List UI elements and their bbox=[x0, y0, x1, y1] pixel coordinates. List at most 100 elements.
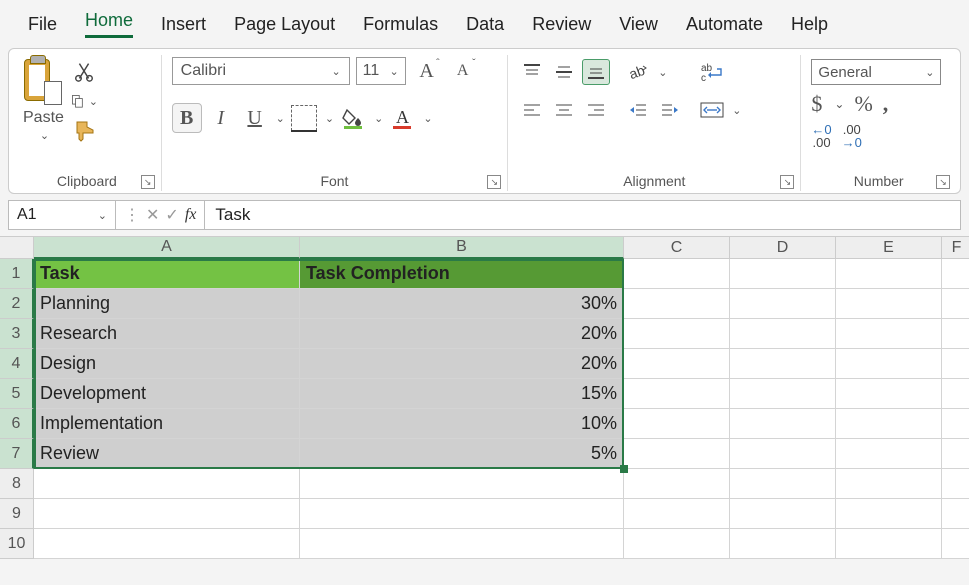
menu-automate[interactable]: Automate bbox=[686, 14, 763, 35]
cell-f9[interactable] bbox=[942, 499, 969, 529]
cell-f5[interactable] bbox=[942, 379, 969, 409]
align-bottom-icon[interactable] bbox=[582, 59, 610, 85]
menu-help[interactable]: Help bbox=[791, 14, 828, 35]
cell-e7[interactable] bbox=[836, 439, 942, 469]
cell-d3[interactable] bbox=[730, 319, 836, 349]
cell-d8[interactable] bbox=[730, 469, 836, 499]
cut-icon[interactable] bbox=[70, 59, 98, 83]
col-header-a[interactable]: A bbox=[34, 237, 300, 259]
row-header-3[interactable]: 3 bbox=[0, 319, 34, 349]
cell-c9[interactable] bbox=[624, 499, 730, 529]
fill-color-button[interactable] bbox=[338, 103, 368, 133]
row-header-2[interactable]: 2 bbox=[0, 289, 34, 319]
cell-e3[interactable] bbox=[836, 319, 942, 349]
cell-b3[interactable]: 20% bbox=[300, 319, 624, 349]
cell-a9[interactable] bbox=[34, 499, 300, 529]
cell-c1[interactable] bbox=[624, 259, 730, 289]
select-all-corner[interactable] bbox=[0, 237, 34, 259]
cell-b5[interactable]: 15% bbox=[300, 379, 624, 409]
number-launcher-icon[interactable]: ↘ bbox=[936, 175, 950, 189]
cell-d1[interactable] bbox=[730, 259, 836, 289]
cell-b7[interactable]: 5% bbox=[300, 439, 624, 469]
number-format-select[interactable]: General⌄ bbox=[811, 59, 941, 85]
menu-review[interactable]: Review bbox=[532, 14, 591, 35]
cell-b8[interactable] bbox=[300, 469, 624, 499]
cancel-formula-icon[interactable]: ✕ bbox=[146, 205, 159, 225]
percent-format-icon[interactable]: % bbox=[854, 91, 872, 117]
menu-page-layout[interactable]: Page Layout bbox=[234, 14, 335, 35]
cell-e6[interactable] bbox=[836, 409, 942, 439]
cell-d10[interactable] bbox=[730, 529, 836, 559]
font-color-button[interactable]: A bbox=[387, 103, 417, 133]
cell-e2[interactable] bbox=[836, 289, 942, 319]
borders-button[interactable] bbox=[289, 103, 319, 133]
cell-c6[interactable] bbox=[624, 409, 730, 439]
align-top-icon[interactable] bbox=[518, 59, 546, 85]
cell-f3[interactable] bbox=[942, 319, 969, 349]
menu-home[interactable]: Home bbox=[85, 10, 133, 38]
formula-options-icon[interactable]: ⋮ bbox=[124, 205, 140, 225]
decrease-indent-icon[interactable] bbox=[624, 97, 652, 123]
paste-dropdown[interactable]: ⌄ bbox=[40, 129, 49, 142]
enter-formula-icon[interactable]: ✓ bbox=[165, 205, 178, 225]
row-header-10[interactable]: 10 bbox=[0, 529, 34, 559]
row-header-5[interactable]: 5 bbox=[0, 379, 34, 409]
increase-indent-icon[interactable] bbox=[656, 97, 684, 123]
accounting-dropdown[interactable]: ⌄ bbox=[834, 97, 844, 112]
cell-d6[interactable] bbox=[730, 409, 836, 439]
cell-c10[interactable] bbox=[624, 529, 730, 559]
cell-b2[interactable]: 30% bbox=[300, 289, 624, 319]
formula-input[interactable]: Task bbox=[204, 200, 961, 230]
row-header-9[interactable]: 9 bbox=[0, 499, 34, 529]
cell-b1[interactable]: Task Completion bbox=[300, 259, 624, 289]
borders-dropdown[interactable]: ⌄ bbox=[325, 112, 334, 125]
cell-e10[interactable] bbox=[836, 529, 942, 559]
row-header-1[interactable]: 1 bbox=[0, 259, 34, 289]
cell-f10[interactable] bbox=[942, 529, 969, 559]
cell-a4[interactable]: Design bbox=[34, 349, 300, 379]
row-header-7[interactable]: 7 bbox=[0, 439, 34, 469]
cell-a1[interactable]: Task bbox=[34, 259, 300, 289]
cell-a2[interactable]: Planning bbox=[34, 289, 300, 319]
cell-e9[interactable] bbox=[836, 499, 942, 529]
alignment-launcher-icon[interactable]: ↘ bbox=[780, 175, 794, 189]
name-box[interactable]: A1⌄ bbox=[8, 200, 116, 230]
cell-a3[interactable]: Research bbox=[34, 319, 300, 349]
cell-c2[interactable] bbox=[624, 289, 730, 319]
cell-d7[interactable] bbox=[730, 439, 836, 469]
orientation-dropdown[interactable]: ⌄ bbox=[658, 66, 667, 79]
cell-c3[interactable] bbox=[624, 319, 730, 349]
cell-e4[interactable] bbox=[836, 349, 942, 379]
fill-color-dropdown[interactable]: ⌄ bbox=[374, 112, 383, 125]
col-header-b[interactable]: B bbox=[300, 237, 624, 259]
row-header-8[interactable]: 8 bbox=[0, 469, 34, 499]
cell-f8[interactable] bbox=[942, 469, 969, 499]
cell-f1[interactable] bbox=[942, 259, 969, 289]
underline-button[interactable]: U bbox=[240, 103, 270, 133]
orientation-icon[interactable]: ab bbox=[624, 59, 652, 85]
cell-a10[interactable] bbox=[34, 529, 300, 559]
font-launcher-icon[interactable]: ↘ bbox=[487, 175, 501, 189]
cell-d5[interactable] bbox=[730, 379, 836, 409]
row-header-6[interactable]: 6 bbox=[0, 409, 34, 439]
cell-b9[interactable] bbox=[300, 499, 624, 529]
cell-f2[interactable] bbox=[942, 289, 969, 319]
wrap-text-icon[interactable]: abc bbox=[698, 59, 726, 85]
font-color-dropdown[interactable]: ⌄ bbox=[423, 112, 432, 125]
accounting-format-icon[interactable]: $ bbox=[811, 91, 822, 117]
cell-c4[interactable] bbox=[624, 349, 730, 379]
align-left-icon[interactable] bbox=[518, 97, 546, 123]
col-header-c[interactable]: C bbox=[624, 237, 730, 259]
cell-e1[interactable] bbox=[836, 259, 942, 289]
cell-a8[interactable] bbox=[34, 469, 300, 499]
cell-c5[interactable] bbox=[624, 379, 730, 409]
cell-a6[interactable]: Implementation bbox=[34, 409, 300, 439]
col-header-d[interactable]: D bbox=[730, 237, 836, 259]
insert-function-icon[interactable]: fx bbox=[185, 206, 197, 224]
clipboard-launcher-icon[interactable]: ↘ bbox=[141, 175, 155, 189]
cell-b4[interactable]: 20% bbox=[300, 349, 624, 379]
cell-d4[interactable] bbox=[730, 349, 836, 379]
cell-c7[interactable] bbox=[624, 439, 730, 469]
cell-e8[interactable] bbox=[836, 469, 942, 499]
increase-decimal-icon[interactable]: ←0.00 bbox=[811, 123, 831, 149]
